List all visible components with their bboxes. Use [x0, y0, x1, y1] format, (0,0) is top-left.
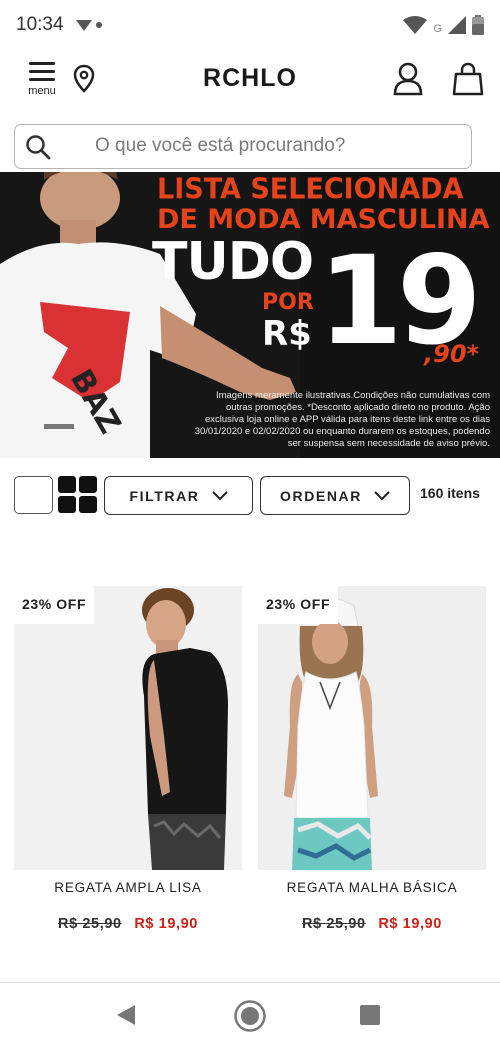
status-time: 10:34 — [16, 14, 64, 35]
search-input[interactable] — [95, 131, 455, 161]
product-photo-black-tank — [14, 586, 242, 870]
search-bar[interactable] — [14, 124, 472, 169]
banner-currency-text: R$ — [262, 314, 312, 354]
battery-icon — [472, 15, 484, 35]
product-photo-white-tank — [258, 586, 486, 870]
signal-icon — [448, 16, 466, 34]
grid-view-toggle[interactable] — [58, 476, 98, 514]
banner-price-decimal: ,90* — [424, 340, 480, 368]
sale-price: R$ 19,90 — [134, 916, 198, 932]
wifi-icon — [403, 16, 428, 34]
product-card[interactable]: 23% OFF REGATA MALHA BÁSICA R$ 25,90 R$ … — [258, 586, 486, 946]
banner-headline-line1: LISTA SELECIONADA — [157, 173, 464, 206]
user-icon — [393, 62, 423, 96]
product-name[interactable]: REGATA MALHA BÁSICA — [258, 880, 486, 895]
status-left: 10:34 — [16, 14, 104, 36]
sort-button[interactable]: ORDENAR — [260, 476, 410, 515]
sort-label: ORDENAR — [280, 487, 362, 504]
old-price: R$ 25,90 — [58, 916, 122, 932]
app-header: menu RCHLO — [0, 54, 500, 108]
product-image[interactable]: 23% OFF — [14, 586, 242, 870]
product-image[interactable]: 23% OFF — [258, 586, 486, 870]
chevron-down-icon — [211, 490, 228, 500]
status-right: G — [403, 15, 484, 35]
banner-por-text: POR — [262, 290, 314, 315]
network-type-label: G — [433, 23, 442, 35]
nav-home-icon[interactable] — [233, 999, 267, 1033]
sale-price: R$ 19,90 — [378, 916, 442, 932]
product-price: R$ 25,90 R$ 19,90 — [14, 916, 242, 932]
brand-logo-text: RCHLO — [203, 64, 297, 92]
shopping-bag-icon — [452, 62, 484, 96]
bag-button[interactable] — [452, 62, 484, 101]
filter-button[interactable]: FILTRAR — [104, 476, 253, 515]
single-view-toggle[interactable] — [14, 476, 53, 514]
banner-tudo-text: TUDO — [152, 232, 314, 292]
items-count: 160 itens — [420, 485, 480, 501]
search-icon[interactable] — [25, 134, 51, 160]
discount-badge: 23% OFF — [258, 586, 339, 624]
product-price: R$ 25,90 R$ 19,90 — [258, 916, 486, 932]
status-bar: 10:34 G — [0, 0, 500, 50]
product-card[interactable]: 23% OFF REGATA AMPLA LISA R$ 25,90 R$ 19… — [14, 586, 242, 946]
promo-banner[interactable]: BAZ LISTA SELECIONADA DE MODA MASCULINA … — [0, 172, 500, 458]
banner-disclaimer: Imagens meramente ilustrativas.Condições… — [194, 390, 490, 449]
nav-recent-icon[interactable] — [360, 1005, 380, 1025]
chevron-down-icon — [374, 490, 390, 500]
system-nav-bar — [0, 983, 500, 1049]
account-button[interactable] — [392, 62, 424, 101]
old-price: R$ 25,90 — [302, 916, 366, 932]
listing-toolbar: FILTRAR ORDENAR 160 itens — [0, 474, 500, 516]
nav-back-icon[interactable] — [115, 1003, 137, 1027]
product-name[interactable]: REGATA AMPLA LISA — [14, 880, 242, 895]
notification-icon — [75, 20, 102, 31]
brand-logo[interactable]: RCHLO — [0, 64, 500, 93]
discount-badge: 23% OFF — [14, 586, 95, 624]
filter-label: FILTRAR — [129, 487, 200, 504]
